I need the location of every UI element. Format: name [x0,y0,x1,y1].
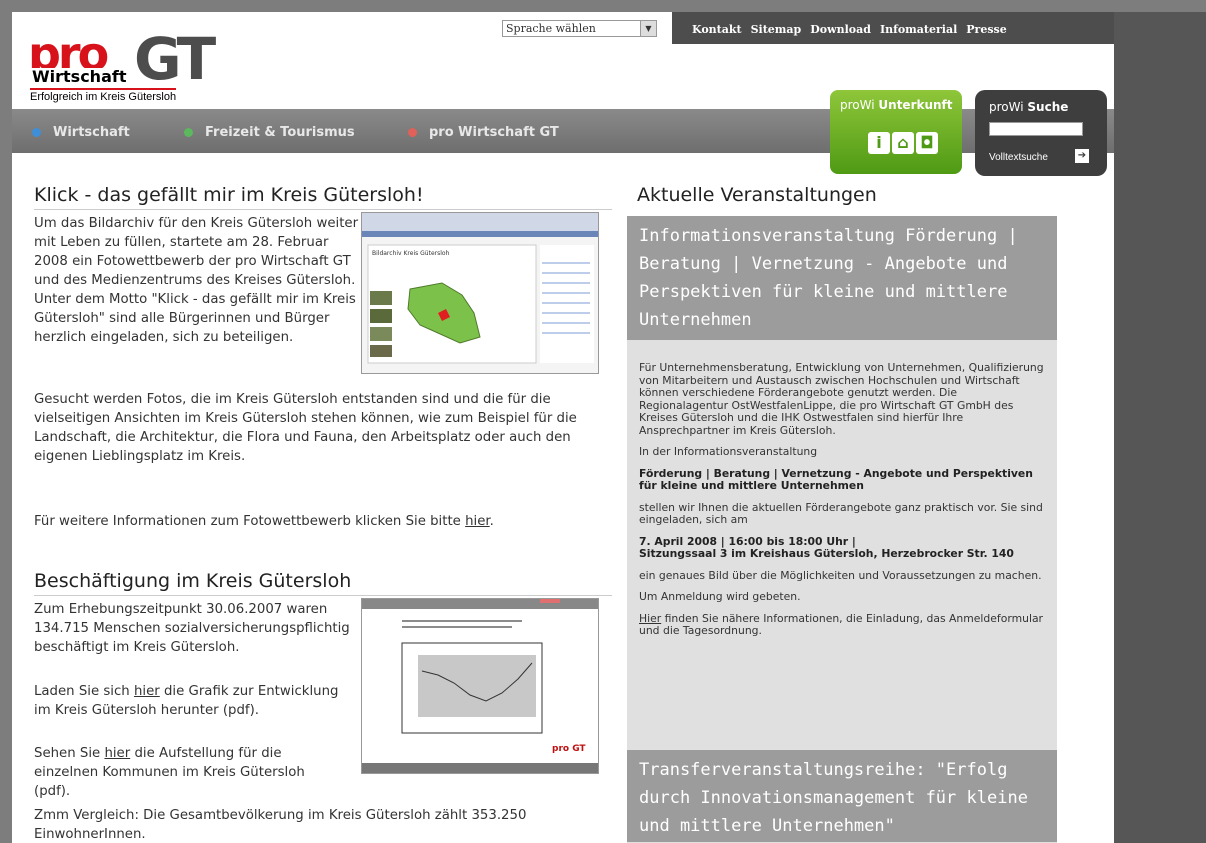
article-paragraph: Für weitere Informationen zum Fotowettbe… [34,512,594,531]
thumbnail-logo: pro GT [552,744,586,754]
article-text: Sehen Sie [34,746,105,761]
chevron-down-icon[interactable]: ▼ [640,21,656,36]
grafik-link[interactable]: hier [134,684,160,699]
language-select[interactable]: Sprache wählen ▼ [502,20,657,37]
nav-item-label: pro Wirtschaft GT [429,125,559,140]
volltextsuche-link[interactable]: Volltextsuche [989,152,1048,163]
article-paragraph: Zmm Vergleich: Die Gesamtbevölkerung im … [34,808,527,842]
left-column: Klick - das gefällt mir im Kreis Gütersl… [34,184,612,843]
info-icon[interactable]: i [868,132,890,154]
nav-item-pro-wirtschaft[interactable]: pro Wirtschaft GT [408,125,559,140]
nav-item-wirtschaft[interactable]: Wirtschaft [32,125,130,140]
search-label: Suche [1027,100,1069,114]
article-paragraph: Gesucht werden Fotos, die im Kreis Güter… [34,390,579,466]
event-location: Sitzungssaal 3 im Kreishaus Gütersloh, H… [639,547,1014,560]
event-paragraph: Für Unternehmensberatung, Entwicklung vo… [639,361,1044,437]
red-dot-icon [408,128,417,137]
house-bed-icon[interactable]: ⌂ [892,132,914,154]
line-chart-thumbnail-icon: pro GT [362,599,598,773]
window-frame-left [0,0,12,843]
top-link-kontakt[interactable]: Kontakt [692,23,742,36]
top-link-sitemap[interactable]: Sitemap [751,23,802,36]
right-background [1114,12,1206,843]
bildarchiv-thumbnail-icon: Bildarchiv Kreis Gütersloh [362,213,598,364]
article-text: . [489,514,494,529]
top-nav: Kontakt Sitemap Download Infomaterial Pr… [692,23,1007,36]
article-text: Laden Sie sich [34,684,134,699]
article-text: Gesucht werden Fotos, die im Kreis Güter… [34,392,577,464]
article-paragraph: Um das Bildarchiv für den Kreis Güterslo… [34,216,359,345]
search-input[interactable] [989,122,1083,136]
events-heading: Aktuelle Veranstaltungen [637,184,877,206]
event-text: finden Sie nähere Informationen, die Ein… [639,611,1043,637]
article-title: Beschäftigung im Kreis Gütersloh [34,570,612,596]
nav-item-label: Wirtschaft [53,125,130,140]
event-paragraph: Hier finden Sie nähere Informationen, di… [639,611,1047,638]
language-select-value: Sprache wählen [506,22,596,35]
nav-item-freizeit[interactable]: Freizeit & Tourismus [184,125,355,140]
event-details-link[interactable]: Hier [639,612,661,625]
fotowettbewerb-link[interactable]: hier [465,514,490,529]
top-link-presse[interactable]: Presse [966,23,1006,36]
events-column: Aktuelle Veranstaltungen Informationsver… [627,184,1057,843]
event-body: Für Unternehmensberatung, Entwicklung vo… [627,340,1057,750]
top-link-download[interactable]: Download [810,23,871,36]
thumbnail-title: Bildarchiv Kreis Gütersloh [372,250,450,257]
event-title[interactable]: Informationsveranstaltung Förderung | Be… [627,216,1057,340]
bildarchiv-screenshot[interactable]: Bildarchiv Kreis Gütersloh [361,212,599,374]
logo-wirtschaft: Wirtschaft [30,67,129,86]
article-paragraph: Sehen Sie hier die Aufstellung für die e… [34,744,334,801]
logo-gt: GT [134,25,216,93]
site-logo[interactable]: pro GT Wirtschaft Erfolgreich im Kreis G… [28,25,228,112]
event-paragraph: Förderung | Beratung | Vernetzung - Ange… [639,466,1047,493]
article-paragraph: Zum Erhebungszeitpunkt 30.06.2007 waren … [34,602,350,655]
shield-icon[interactable]: ◘ [916,132,938,154]
article-2: pro GT Zum Erhebungszeitpunkt 30.06.2007… [34,596,612,843]
unterkunft-label: Unterkunft [878,98,953,112]
article-title: Klick - das gefällt mir im Kreis Gütersl… [34,184,612,210]
unterkunft-prefix: proWi [840,98,875,112]
page: pro GT Wirtschaft Erfolgreich im Kreis G… [12,12,1114,843]
event-paragraph: 7. April 2008 | 16:00 bis 18:00 Uhr | Sit… [639,534,1047,561]
unterkunft-widget[interactable]: proWi Unterkunft i ⌂ ◘ [830,90,962,174]
event-paragraph: stellen wir Ihnen die aktuellen Förderan… [639,500,1043,526]
search-title: proWi Suche [989,100,1068,114]
search-widget: proWi Suche Volltextsuche ➔ [975,90,1107,176]
event-paragraph: Um Anmeldung wird gebeten. [639,590,801,603]
article-text: Für weitere Informationen zum Fotowettbe… [34,514,466,529]
article-1: Bildarchiv Kreis Gütersloh Um das Bildar… [34,210,612,532]
search-prefix: proWi [989,100,1024,114]
window-frame-top [0,0,1206,12]
article-paragraph: Laden Sie sich hier die Grafik zur Entwi… [34,682,354,720]
logo-tagline: Erfolgreich im Kreis Gütersloh [30,88,177,103]
green-dot-icon [184,128,193,137]
event-paragraph: In der Informationsveranstaltung [639,445,818,458]
blue-dot-icon [32,128,41,137]
aufstellung-link[interactable]: hier [104,746,130,761]
event-date: 7. April 2008 | 16:00 bis 18:00 Uhr | [639,534,856,548]
event-paragraph: ein genaues Bild über die Möglichkeiten … [639,568,1042,582]
nav-item-label: Freizeit & Tourismus [205,125,355,140]
top-link-infomaterial[interactable]: Infomaterial [880,23,957,36]
arrow-right-icon[interactable]: ➔ [1075,149,1089,163]
beschaeftigung-chart-thumbnail[interactable]: pro GT [361,598,599,774]
event-title[interactable]: Transferveranstaltungsreihe: "Erfolg dur… [627,750,1057,842]
event-topic: Förderung | Beratung | Vernetzung - Ange… [639,466,1033,492]
unterkunft-title: proWi Unterkunft [840,98,953,112]
